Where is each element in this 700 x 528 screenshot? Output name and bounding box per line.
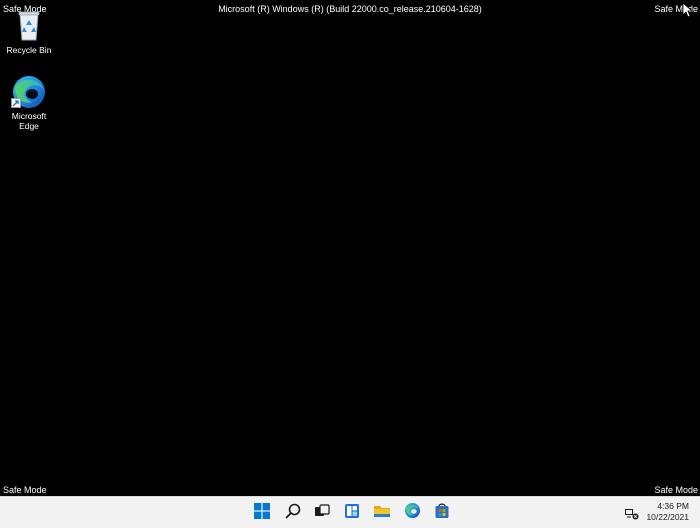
file-explorer-button[interactable] [371, 502, 393, 524]
recycle-bin-icon [11, 8, 47, 44]
taskbar: 4:36 PM 10/22/2021 [0, 496, 700, 528]
desktop-icon-label: Recycle Bin [6, 45, 52, 55]
windows-logo-icon [254, 502, 270, 524]
clock-time: 4:36 PM [657, 501, 689, 511]
clock-date: 10/22/2021 [646, 512, 689, 522]
mouse-cursor-icon [682, 2, 694, 18]
desktop[interactable]: Safe Mode Microsoft (R) Windows (R) (Bui… [0, 0, 700, 528]
network-disconnected-icon[interactable] [625, 507, 639, 520]
store-button[interactable] [431, 502, 453, 524]
search-button[interactable] [282, 502, 304, 524]
taskbar-clock[interactable]: 4:36 PM 10/22/2021 [646, 501, 689, 523]
edge-icon [404, 502, 421, 524]
edge-icon [11, 74, 47, 110]
shortcut-arrow-icon [11, 98, 21, 108]
store-icon [434, 503, 450, 524]
widgets-icon [344, 503, 360, 524]
search-icon [285, 503, 301, 524]
safe-mode-label-bottom-right: Safe Mode [654, 485, 698, 495]
widgets-button[interactable] [341, 502, 363, 524]
task-view-button[interactable] [311, 502, 333, 524]
build-info-label: Microsoft (R) Windows (R) (Build 22000.c… [218, 4, 482, 14]
task-view-icon [314, 503, 330, 524]
desktop-icon-label: Microsoft Edge [11, 111, 47, 131]
edge-taskbar-button[interactable] [401, 502, 423, 524]
safe-mode-label-bottom-left: Safe Mode [3, 485, 47, 495]
desktop-icon-recycle-bin[interactable]: Recycle Bin [1, 8, 57, 55]
desktop-icon-microsoft-edge[interactable]: Microsoft Edge [1, 74, 57, 131]
folder-icon [373, 503, 391, 524]
start-button[interactable] [251, 502, 273, 524]
